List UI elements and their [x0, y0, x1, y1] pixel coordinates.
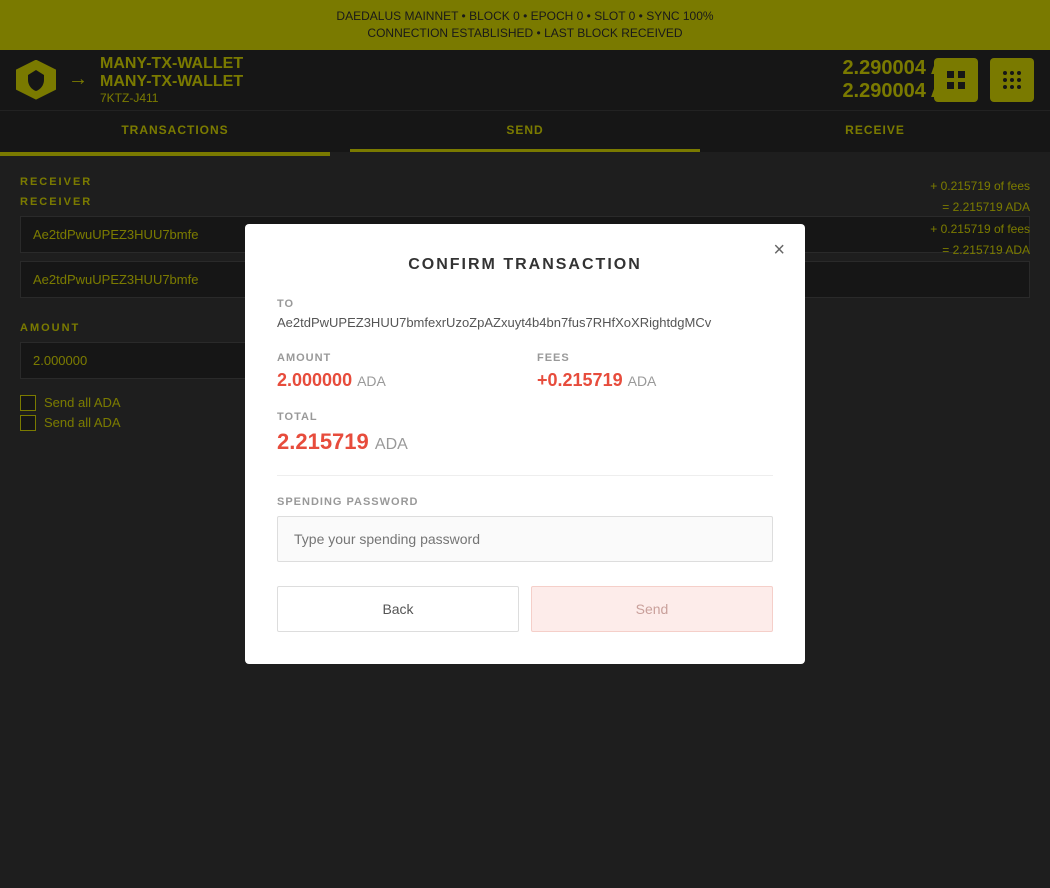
modal-amount-col: AMOUNT 2.000000 ADA	[277, 352, 513, 391]
modal-total-label: TOTAL	[277, 411, 773, 423]
modal-overlay: CONFIRM TRANSACTION × TO Ae2tdPwUPEZ3HUU…	[0, 0, 1050, 888]
modal-fees-value: +0.215719 ADA	[537, 370, 773, 391]
modal-amount-unit: ADA	[357, 373, 386, 389]
spending-password-input[interactable]	[277, 516, 773, 562]
modal-fees-label: FEES	[537, 352, 773, 364]
modal-divider	[277, 475, 773, 476]
modal-total-unit: ADA	[375, 436, 408, 453]
modal-amount-fees-row: AMOUNT 2.000000 ADA FEES +0.215719 ADA	[277, 352, 773, 391]
send-button[interactable]: Send	[531, 586, 773, 632]
modal-buttons: Back Send	[277, 586, 773, 632]
spending-password-label: SPENDING PASSWORD	[277, 496, 773, 508]
modal-close-button[interactable]: ×	[773, 240, 785, 260]
modal-title: CONFIRM TRANSACTION	[277, 256, 773, 274]
modal-fees-col: FEES +0.215719 ADA	[537, 352, 773, 391]
modal-fees-unit: ADA	[628, 373, 657, 389]
modal-amount-value: 2.000000 ADA	[277, 370, 513, 391]
modal-amount-label: AMOUNT	[277, 352, 513, 364]
back-button[interactable]: Back	[277, 586, 519, 632]
modal-total-value: 2.215719 ADA	[277, 429, 773, 455]
modal-to-address: Ae2tdPwUPEZ3HUU7bmfexrUzoZpAZxuyt4b4bn7f…	[277, 314, 773, 332]
modal-to-label: TO	[277, 298, 773, 310]
confirm-transaction-modal: CONFIRM TRANSACTION × TO Ae2tdPwUPEZ3HUU…	[245, 224, 805, 664]
